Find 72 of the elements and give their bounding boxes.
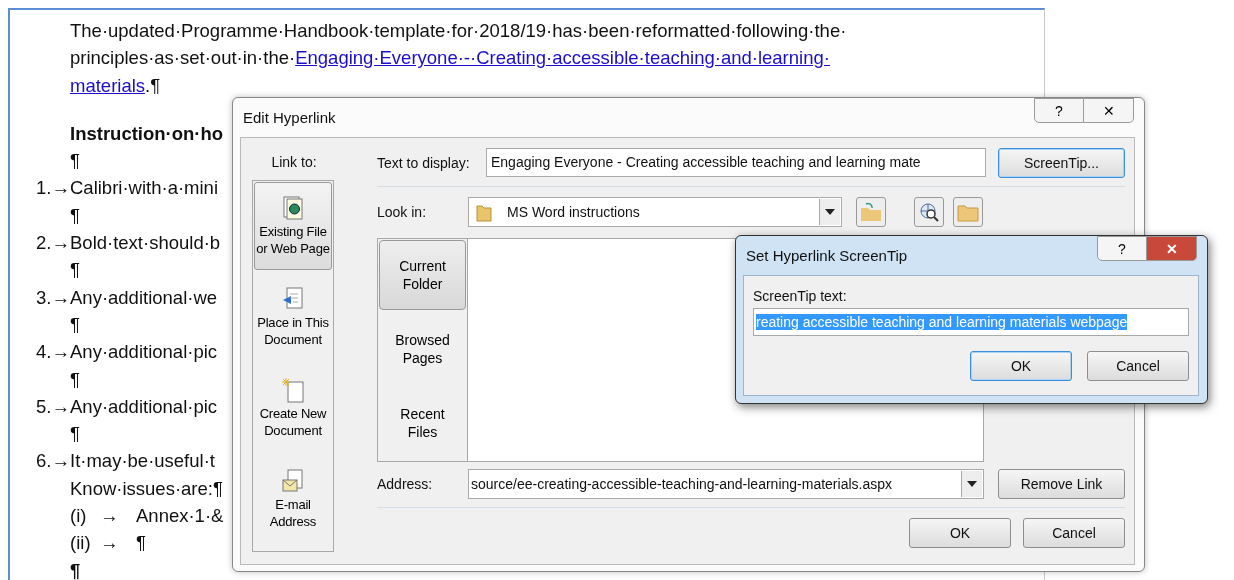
ok-button[interactable]: OK: [970, 351, 1072, 381]
envelope-icon: [281, 468, 305, 494]
new-document-icon: [281, 377, 305, 403]
field-label: ScreenTip text:: [753, 288, 848, 306]
list-item-text: Calibri·with·a·mini: [70, 177, 219, 199]
cancel-button[interactable]: Cancel: [1023, 518, 1125, 548]
list-number: 5.→: [36, 394, 70, 419]
list-number: 3.→: [36, 285, 70, 310]
tab-arrow: →: [100, 504, 120, 529]
heading-text: ¶: [70, 559, 81, 580]
document-globe-icon: [281, 195, 305, 221]
remove-link-button[interactable]: Remove Link: [998, 469, 1125, 499]
paragraph-mark: ¶: [70, 313, 80, 335]
paragraph-mark: ¶: [70, 204, 80, 226]
document-arrow-icon: [281, 286, 305, 312]
list-number: 2.→: [36, 231, 70, 256]
paragraph-mark: ¶: [70, 368, 80, 390]
list-item-text: Any·additional·we: [70, 286, 218, 308]
link-type-button[interactable]: Place in This Document: [254, 273, 332, 361]
field-label: Text to display:: [377, 154, 471, 171]
list-item-text: It·may·be·useful·t: [70, 450, 215, 472]
dropdown-arrow-icon: [967, 481, 977, 487]
dropdown-arrow-icon: [825, 209, 835, 215]
link-type-button[interactable]: Create New Document: [254, 364, 332, 452]
ok-button[interactable]: OK: [909, 518, 1011, 548]
list-item-text: Annex·1·&: [136, 505, 224, 527]
address-field[interactable]: source/ee-creating-accessible-teaching-and-learning-materials.aspx: [468, 469, 984, 499]
list-number: (ii): [70, 531, 92, 556]
paragraph-mark: ¶: [70, 259, 80, 281]
folder-up-button[interactable]: [856, 197, 886, 227]
list-item-text: ¶: [136, 532, 146, 554]
paragraph-mark: ¶: [70, 423, 80, 445]
list-number: 1.→: [36, 176, 70, 201]
field-label: Address:: [377, 476, 434, 492]
link-type-button[interactable]: E-mail Address: [254, 455, 332, 543]
folder-dropdown[interactable]: MS Word instructions: [468, 197, 842, 227]
browse-file-button[interactable]: [953, 197, 983, 227]
browse-tab[interactable]: Browsed Pages: [379, 314, 466, 384]
help-button[interactable]: ?: [1097, 236, 1147, 261]
paragraph-text: The·updated·Programme·Handbook·template·for·2018/19·has·been·reformatted·following·the·: [70, 20, 847, 41]
paragraph-text: principles·as·set·out·in·the·: [70, 47, 296, 69]
field-label: Look in:: [377, 204, 428, 220]
list-number: 6.→: [36, 449, 70, 474]
browse-tab[interactable]: Current Folder: [379, 240, 466, 310]
text-field[interactable]: Engaging Everyone - Creating accessible teaching and learning mate: [486, 148, 986, 177]
close-button[interactable]: ✕: [1084, 98, 1134, 123]
folder-icon: [957, 202, 979, 222]
folder-icon: [475, 202, 493, 222]
paragraph-mark: ¶: [70, 150, 80, 172]
tab-arrow: →: [100, 531, 120, 556]
close-button[interactable]: ✕: [1147, 236, 1197, 261]
cancel-button[interactable]: Cancel: [1087, 351, 1189, 381]
paragraph-text: .¶: [145, 74, 161, 96]
list-number: (i): [70, 504, 88, 529]
link-type-button[interactable]: Existing File or Web Page: [254, 182, 332, 270]
list-item-text: Bold·text·should·b: [70, 232, 221, 254]
globe-search-icon: [918, 201, 940, 223]
list-item-text: Any·additional·pic: [70, 395, 218, 417]
screentip-button[interactable]: ScreenTip...: [998, 147, 1125, 178]
heading-text: Instruction·on·ho: [70, 122, 224, 144]
help-button[interactable]: ?: [1034, 98, 1084, 123]
field-label: Link to:: [270, 153, 318, 172]
folder-up-icon: [860, 202, 882, 222]
window-title: Edit Hyperlink: [243, 109, 336, 126]
browse-web-button[interactable]: [914, 197, 944, 227]
list-number: 4.→: [36, 340, 70, 365]
hyperlink[interactable]: materials: [70, 74, 146, 96]
list-item-text: Any·additional·pic: [70, 341, 218, 363]
list-item-text: Know·issues·are:¶: [70, 477, 223, 499]
browse-tab[interactable]: Recent Files: [379, 388, 466, 458]
hyperlink[interactable]: Engaging·Everyone·-·Creating·accessible·teaching·and·learning·: [295, 47, 830, 69]
window-title: Set Hyperlink ScreenTip: [746, 247, 908, 264]
